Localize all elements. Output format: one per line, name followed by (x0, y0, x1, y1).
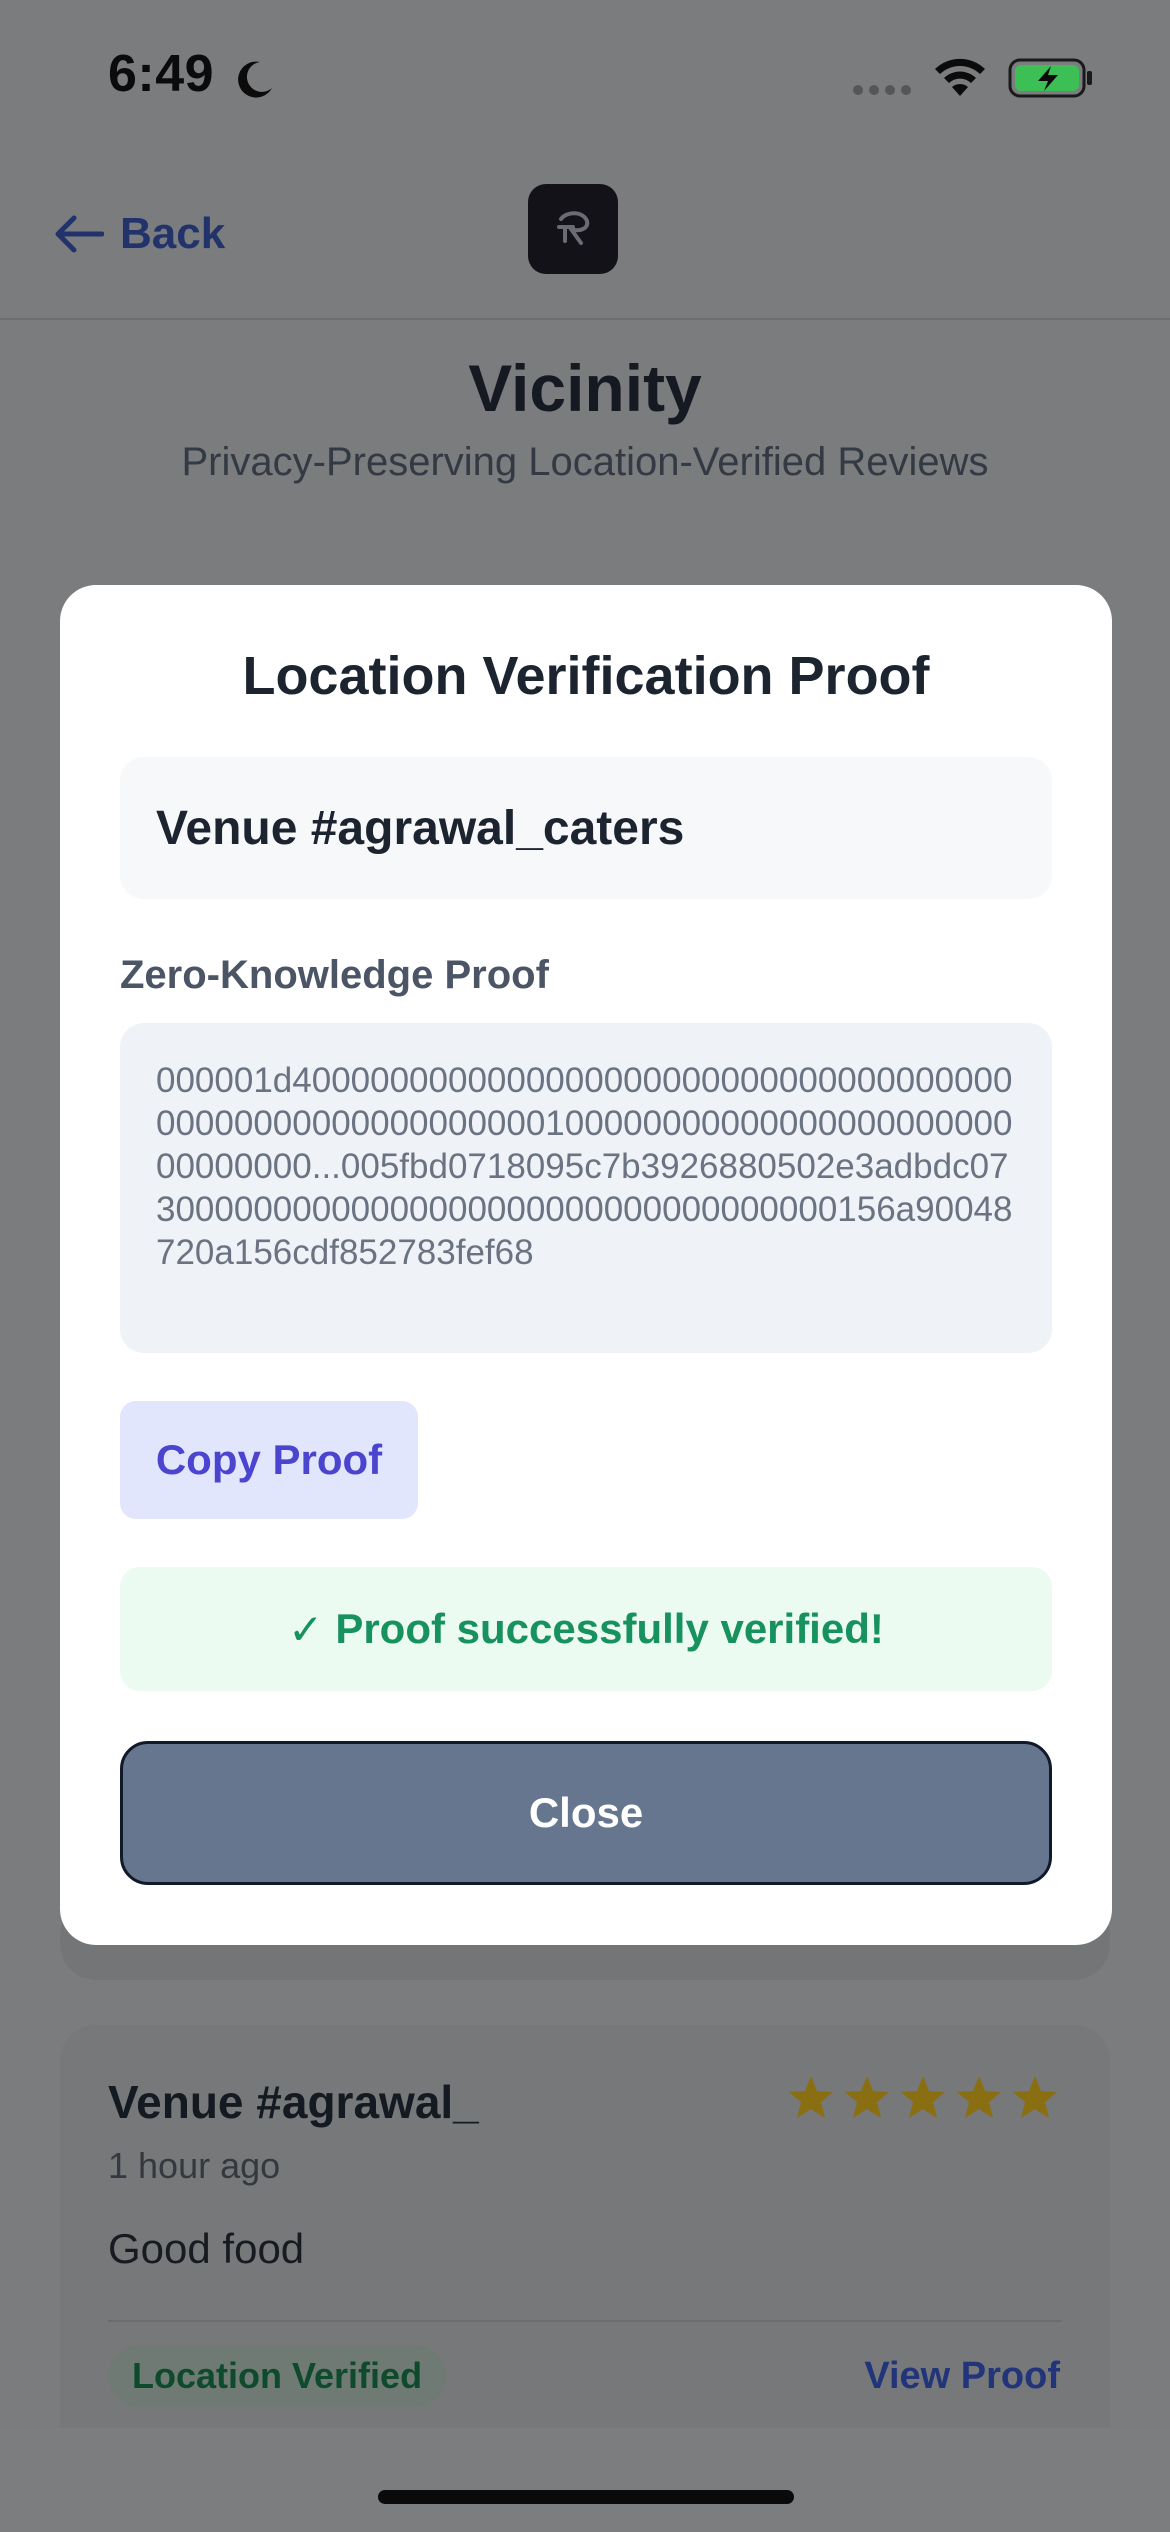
page-header: Vicinity Privacy-Preserving Location-Ver… (0, 350, 1170, 485)
modal-title: Location Verification Proof (242, 646, 930, 706)
back-label: Back (120, 209, 226, 258)
battery-icon (1008, 58, 1092, 98)
status-time: 6:49 (108, 45, 215, 103)
star-icon (789, 2076, 833, 2118)
close-button[interactable]: Close (120, 1741, 1052, 1885)
back-button[interactable]: Back (52, 202, 225, 266)
star-icon (845, 2076, 889, 2118)
review-divider (108, 2320, 1062, 2322)
review-text: Good food (108, 2225, 305, 2272)
app-logo (528, 184, 618, 274)
page-title: Vicinity (468, 351, 702, 425)
proof-label: Zero-Knowledge Proof (120, 953, 549, 997)
view-proof-link[interactable]: View Proof (864, 2345, 1060, 2407)
verification-banner: ✓ Proof successfully verified! (120, 1567, 1052, 1691)
signal-icon (853, 85, 911, 95)
review-stars (786, 2073, 1060, 2123)
verification-message: Proof successfully verified! (335, 1605, 884, 1652)
home-indicator[interactable] (378, 2490, 794, 2504)
check-icon: ✓ (288, 1605, 324, 1653)
star-icon (957, 2076, 1001, 2118)
review-time: 1 hour ago (108, 2145, 281, 2186)
location-verified-badge: Location Verified (108, 2345, 447, 2407)
back-arrow-icon (55, 215, 104, 253)
review-venue: Venue #agrawal_ (108, 2076, 479, 2128)
copy-proof-button[interactable]: Copy Proof (120, 1401, 418, 1519)
app-logo-icon (557, 211, 590, 245)
moon-icon (238, 61, 272, 98)
nav-bar: Back (0, 150, 1170, 320)
proof-modal: Location Verification Proof Venue #agraw… (60, 585, 1112, 1945)
star-icon (1013, 2076, 1057, 2118)
wifi-icon (935, 58, 985, 96)
bottom-area (0, 2428, 1170, 2532)
star-icon (901, 2076, 945, 2118)
page-subtitle: Privacy-Preserving Location-Verified Rev… (181, 440, 989, 484)
status-bar: 6:49 (0, 0, 1170, 150)
proof-text[interactable]: 000001d400000000000000000000000000000000… (120, 1023, 1052, 1353)
modal-venue: Venue #agrawal_caters (120, 757, 1052, 899)
